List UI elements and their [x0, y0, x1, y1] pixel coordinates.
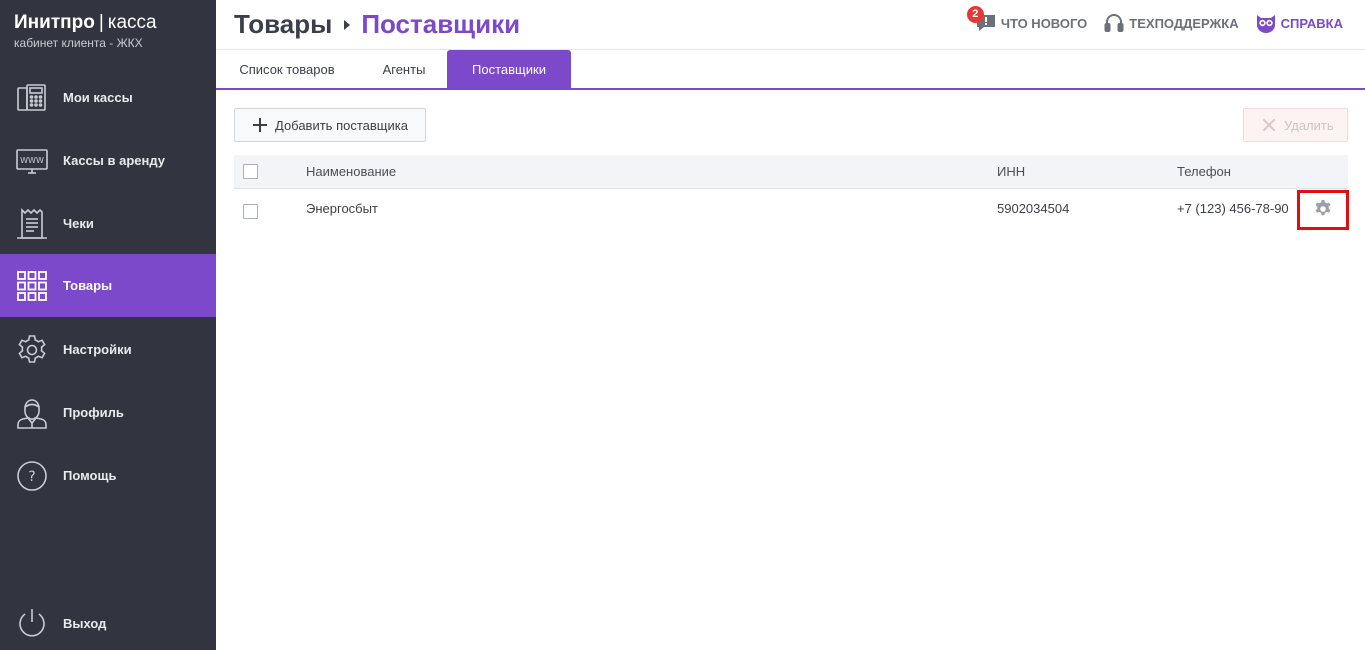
support-label: ТЕХПОДДЕРЖКА [1129, 15, 1239, 31]
tab-bar: Список товаров Агенты Поставщики [216, 50, 1365, 90]
row-select-cell [243, 189, 258, 231]
column-header-inn[interactable]: ИНН [997, 155, 1025, 188]
brand-product: касса [107, 12, 157, 33]
support-link[interactable]: ТЕХПОДДЕРЖКА [1103, 12, 1239, 34]
whats-new-link[interactable]: 2 ЧТО НОВОГО [966, 6, 1088, 34]
fax-icon [15, 81, 49, 115]
breadcrumb: Товары Поставщики [234, 9, 520, 40]
breadcrumb-parent[interactable]: Товары [234, 9, 332, 40]
whats-new-label: ЧТО НОВОГО [1000, 15, 1088, 31]
table-row[interactable]: Энергосбыт 5902034504 +7 (123) 456-78-90 [234, 189, 1349, 231]
select-all-cell [243, 155, 258, 188]
table-header: Наименование ИНН Телефон [234, 155, 1348, 189]
column-header-phone[interactable]: Телефон [1177, 155, 1231, 188]
sidebar-item-label: Кассы в аренду [63, 153, 165, 168]
page-title: Поставщики [361, 9, 521, 39]
svg-text:WWW: WWW [20, 156, 44, 165]
receipt-icon [15, 207, 49, 241]
sidebar-item-help[interactable]: ? Помощь [0, 444, 216, 507]
monitor-www-icon: WWW [15, 144, 49, 178]
add-supplier-label: Добавить поставщика [275, 117, 408, 133]
sidebar-item-label: Товары [63, 278, 113, 293]
plus-icon [252, 117, 268, 133]
sidebar-item-label: Профиль [63, 405, 124, 420]
power-icon [15, 607, 49, 641]
help-label: СПРАВКА [1280, 15, 1343, 31]
add-supplier-button[interactable]: Добавить поставщика [234, 108, 426, 142]
help-link[interactable]: СПРАВКА [1255, 12, 1343, 34]
headset-icon [1103, 12, 1125, 34]
brand-name: Инитпро [14, 12, 95, 33]
sidebar-item-receipts[interactable]: Чеки [0, 192, 216, 255]
delete-button[interactable]: Удалить [1243, 108, 1348, 142]
owl-icon [1255, 12, 1277, 34]
brand-separator: | [98, 12, 104, 33]
notification-badge: 2 [966, 6, 984, 23]
suppliers-table: Наименование ИНН Телефон Энергосбыт 5902… [234, 155, 1349, 231]
brand-subtitle: кабинет клиента - ЖКХ [14, 36, 143, 50]
sidebar-item-goods[interactable]: Товары [0, 254, 216, 317]
sidebar: Инитпро | касса кабинет клиента - ЖКХ Мои … [0, 0, 216, 650]
grid-icon [15, 269, 49, 303]
sidebar-item-my-registers[interactable]: Мои кассы [0, 66, 216, 129]
column-header-name[interactable]: Наименование [306, 155, 396, 188]
chat-icon: 2 [966, 6, 997, 34]
sidebar-item-settings[interactable]: Настройки [0, 318, 216, 381]
logout-label: Выход [63, 616, 107, 631]
row-checkbox[interactable] [243, 203, 258, 219]
question-icon: ? [15, 459, 49, 493]
gear-icon [1313, 199, 1333, 222]
tab-goods-list[interactable]: Список товаров [224, 50, 350, 88]
brand-title: Инитпро | касса [14, 12, 157, 34]
sidebar-item-label: Чеки [63, 216, 94, 231]
breadcrumb-arrow-icon [344, 19, 351, 30]
close-icon [1262, 118, 1276, 132]
tab-agents[interactable]: Агенты [360, 50, 448, 88]
tab-suppliers[interactable]: Поставщики [447, 50, 571, 88]
select-all-checkbox[interactable] [243, 164, 258, 179]
supplier-name: Энергосбыт [306, 201, 378, 216]
sidebar-item-profile[interactable]: Профиль [0, 381, 216, 444]
brand-logo[interactable]: Инитпро | касса кабинет клиента - ЖКХ [14, 12, 157, 50]
delete-label: Удалить [1284, 117, 1334, 133]
sidebar-item-rental-registers[interactable]: WWW Кассы в аренду [0, 129, 216, 192]
svg-text:?: ? [28, 469, 35, 485]
top-links: 2 ЧТО НОВОГО ТЕХПОДДЕРЖКА СПРАВКА [959, 6, 1343, 34]
sidebar-item-label: Мои кассы [63, 90, 133, 105]
sidebar-item-label: Помощь [63, 468, 117, 483]
row-settings-button[interactable] [1297, 190, 1349, 230]
gear-icon [15, 333, 49, 367]
logout-button[interactable]: Выход [0, 592, 216, 650]
supplier-inn: 5902034504 [997, 201, 1070, 216]
supplier-phone: +7 (123) 456-78-90 [1177, 201, 1289, 216]
top-header: Товары Поставщики 2 ЧТО НОВОГО ТЕХПОДДЕР… [216, 0, 1365, 50]
user-icon [15, 396, 49, 430]
sidebar-item-label: Настройки [63, 342, 132, 357]
